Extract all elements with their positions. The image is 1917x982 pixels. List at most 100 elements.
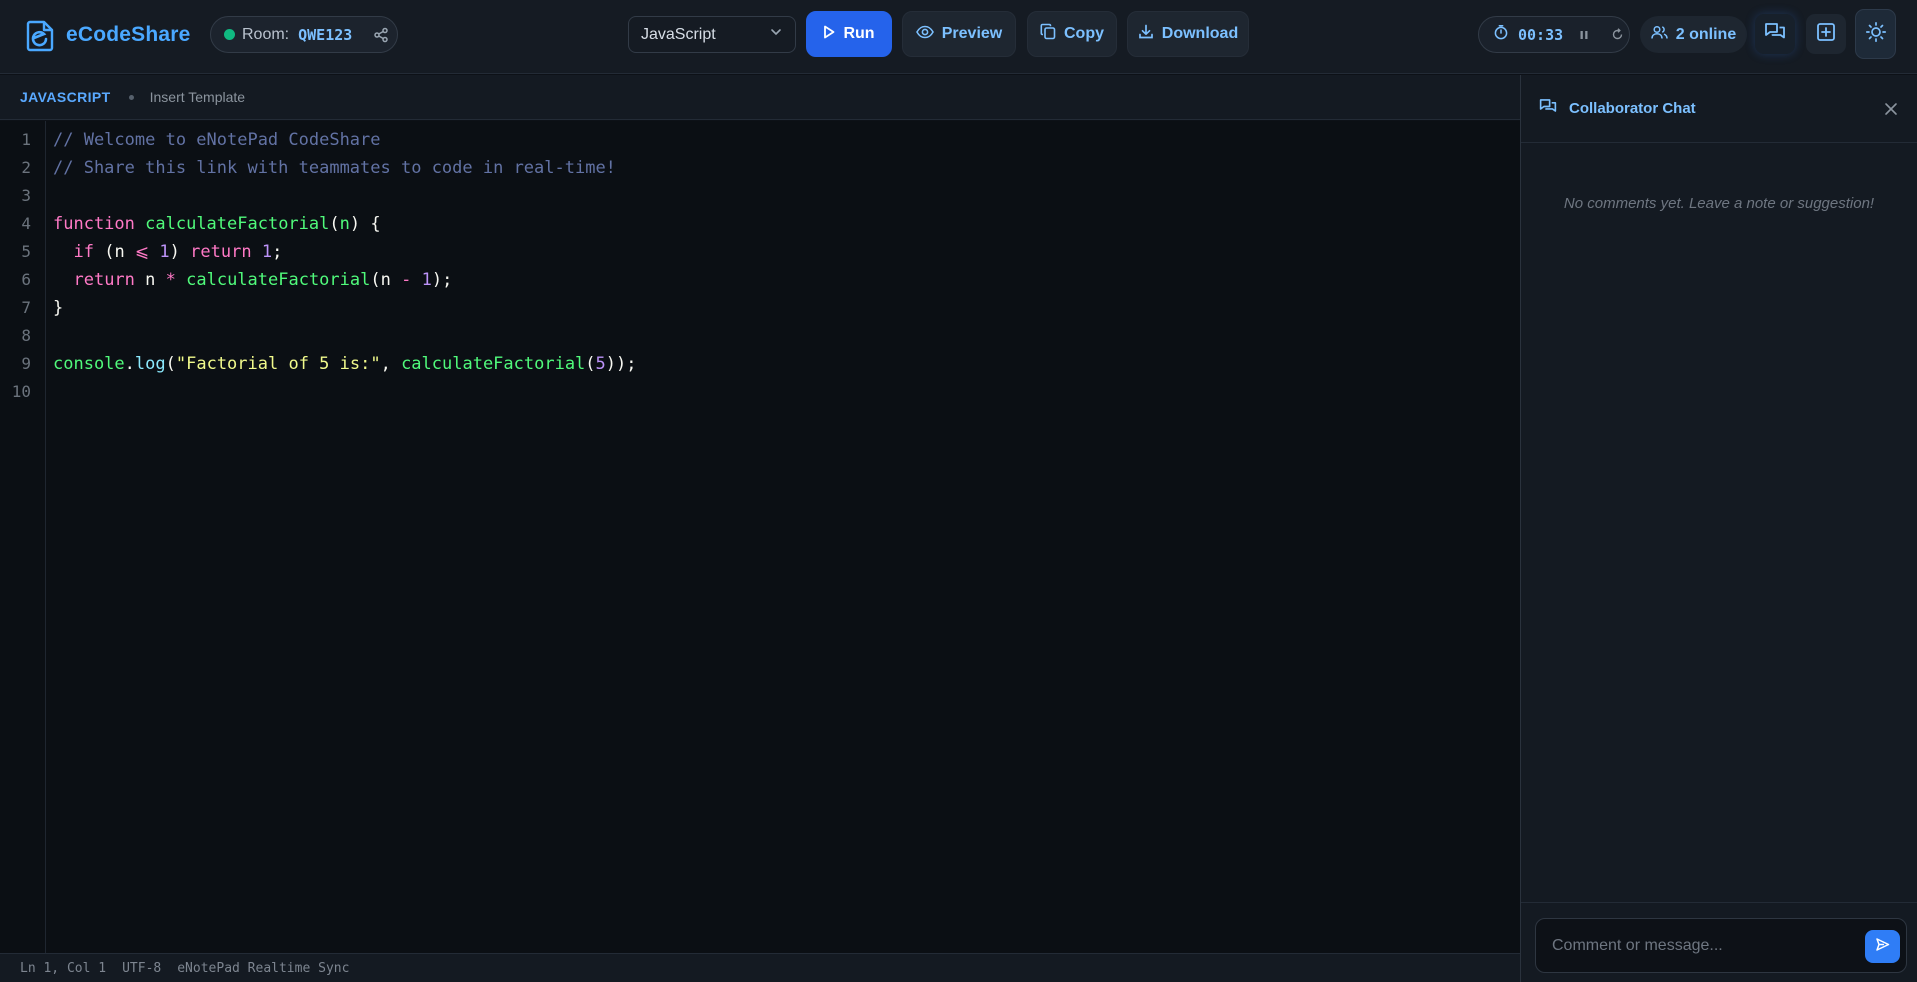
code-token: function bbox=[53, 214, 135, 234]
code-token: (n bbox=[93, 242, 135, 262]
code-token: n bbox=[134, 270, 166, 290]
code-token: * bbox=[165, 270, 176, 290]
line-number-gutter: 1 2 3 4 5 6 7 8 9 10 bbox=[0, 121, 46, 953]
code-token: // Welcome to eNotePad CodeShare bbox=[53, 130, 381, 150]
code-token: if bbox=[73, 242, 94, 262]
room-label: Room: bbox=[242, 25, 290, 43]
code-token: return bbox=[190, 242, 252, 262]
code-token: "Factorial of 5 is:" bbox=[175, 354, 381, 374]
sun-icon bbox=[1865, 21, 1887, 48]
code-line[interactable]: return n * calculateFactorial(n - 1); bbox=[53, 266, 452, 294]
code-editor[interactable]: 1 2 3 4 5 6 7 8 9 10 // Welcome to eNotePad CodeS… bbox=[0, 121, 1520, 953]
insert-template-button[interactable]: Insert Template bbox=[150, 89, 245, 105]
copy-button[interactable]: Copy bbox=[1027, 11, 1117, 57]
line-number: 5 bbox=[21, 242, 31, 261]
code-token: - bbox=[401, 270, 412, 290]
sync-status: eNotePad Realtime Sync bbox=[177, 960, 350, 976]
download-icon bbox=[1138, 24, 1154, 45]
code-line[interactable]: // Share this link with teammates to cod… bbox=[53, 154, 616, 182]
code-token: calculateFactorial bbox=[145, 214, 330, 234]
reset-icon[interactable] bbox=[1611, 28, 1624, 41]
code-line[interactable]: // Welcome to eNotePad CodeShare bbox=[53, 126, 381, 154]
code-token: log bbox=[134, 354, 166, 374]
chevron-down-icon bbox=[769, 25, 783, 44]
play-icon bbox=[823, 25, 835, 44]
download-button[interactable]: Download bbox=[1127, 11, 1249, 57]
chat-empty-message: No comments yet. Leave a note or suggest… bbox=[1563, 195, 1875, 212]
close-icon[interactable] bbox=[1881, 99, 1901, 119]
preview-button[interactable]: Preview bbox=[902, 11, 1016, 57]
code-token: )); bbox=[605, 354, 637, 374]
theme-toggle-button[interactable] bbox=[1855, 9, 1896, 59]
line-number: 3 bbox=[21, 186, 31, 205]
collaborator-chat-panel: Collaborator Chat No comments yet. Leave… bbox=[1520, 75, 1917, 982]
run-button[interactable]: Run bbox=[806, 11, 892, 57]
run-label: Run bbox=[843, 25, 875, 42]
editor-toolbar: JAVASCRIPT Insert Template bbox=[0, 75, 1520, 120]
code-token: 1 bbox=[159, 242, 170, 262]
chat-message-input[interactable] bbox=[1552, 931, 1852, 961]
line-number: 10 bbox=[11, 382, 31, 401]
code-line[interactable]: if (n ⩽ 1) return 1; bbox=[53, 238, 282, 266]
status-bar: Ln 1, Col 1 UTF-8 eNotePad Realtime Sync bbox=[0, 953, 1520, 982]
code-token: 1 bbox=[261, 242, 273, 262]
code-token: 5 bbox=[595, 354, 606, 374]
copy-icon bbox=[1040, 23, 1056, 45]
chat-title: Collaborator Chat bbox=[1569, 100, 1696, 117]
room-status-dot bbox=[224, 29, 235, 40]
eye-icon bbox=[915, 25, 934, 44]
online-count: 2 online bbox=[1675, 25, 1737, 43]
brand[interactable]: eCodeShare bbox=[26, 17, 191, 53]
download-label: Download bbox=[1161, 25, 1239, 42]
top-header: eCodeShare Room: QWE123 JavaScript Run P… bbox=[0, 0, 1917, 74]
code-token: ) { bbox=[349, 214, 381, 234]
code-token: ) bbox=[169, 242, 191, 262]
language-select[interactable]: JavaScript bbox=[628, 16, 796, 53]
room-code: QWE123 bbox=[298, 25, 353, 44]
online-users-badge[interactable]: 2 online bbox=[1640, 16, 1747, 53]
code-token: console bbox=[53, 354, 125, 374]
code-line[interactable]: } bbox=[53, 294, 63, 322]
code-token: , bbox=[380, 354, 402, 374]
room-indicator: Room: QWE123 bbox=[210, 16, 398, 53]
code-token: ( bbox=[165, 354, 176, 374]
line-number: 1 bbox=[21, 130, 31, 149]
code-token: (n bbox=[370, 270, 402, 290]
code-token: } bbox=[53, 298, 64, 318]
code-token: n bbox=[339, 214, 350, 234]
add-file-icon bbox=[1816, 22, 1836, 47]
code-token: ⩽ bbox=[134, 242, 150, 262]
code-token: // Share this link with teammates to cod… bbox=[53, 158, 616, 178]
app-name: eCodeShare bbox=[66, 23, 191, 46]
line-number: 2 bbox=[21, 158, 31, 177]
toggle-chat-button[interactable] bbox=[1755, 14, 1795, 54]
send-button[interactable] bbox=[1865, 930, 1900, 963]
code-line[interactable]: console.log("Factorial of 5 is:", calcul… bbox=[53, 350, 637, 378]
new-file-button[interactable] bbox=[1806, 14, 1846, 54]
cursor-position: Ln 1, Col 1 bbox=[20, 960, 107, 976]
code-line[interactable]: function calculateFactorial(n) { bbox=[53, 210, 381, 238]
language-tag: JAVASCRIPT bbox=[20, 89, 111, 105]
line-number: 4 bbox=[21, 214, 31, 233]
code-token: . bbox=[124, 354, 135, 374]
chat-icon bbox=[1539, 98, 1557, 120]
code-token: 1 bbox=[421, 270, 432, 290]
code-token: return bbox=[73, 270, 135, 290]
share-icon[interactable] bbox=[373, 27, 389, 43]
timer-icon bbox=[1493, 24, 1509, 45]
preview-label: Preview bbox=[941, 25, 1003, 42]
timer-value: 00:33 bbox=[1518, 25, 1564, 44]
code-token: calculateFactorial bbox=[186, 270, 371, 290]
code-token: ); bbox=[431, 270, 453, 290]
chat-icon bbox=[1764, 22, 1786, 47]
chat-input-container bbox=[1535, 918, 1907, 973]
chat-footer bbox=[1521, 902, 1917, 982]
line-number: 7 bbox=[21, 298, 31, 317]
pause-icon[interactable] bbox=[1578, 29, 1590, 41]
